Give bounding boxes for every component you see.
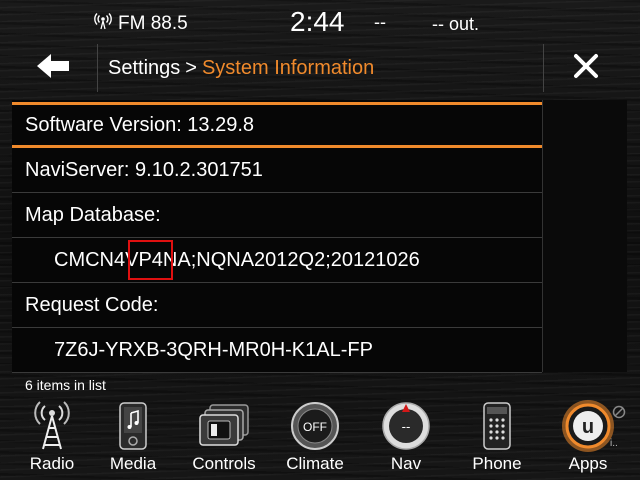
close-icon (573, 53, 599, 84)
dock-radio[interactable]: Radio (12, 398, 92, 480)
more-indicator-icon: i.. (610, 438, 618, 449)
dock-controls[interactable]: Controls (184, 398, 264, 480)
phone-keypad-icon (467, 398, 527, 454)
list-item-label: Software Version: 13.29.8 (25, 113, 255, 136)
outside-temperature: -- out. (432, 14, 480, 34)
status-bar: FM 88.5 2:44 -- -- out. (0, 0, 640, 44)
dock-label: Phone (472, 454, 522, 473)
radio-tower-icon (22, 398, 82, 454)
dock-climate[interactable]: OFF Climate (275, 398, 355, 480)
list-item-label: NaviServer: 9.10.2.301751 (25, 158, 263, 181)
list-item-request-code[interactable]: Request Code: (12, 283, 542, 328)
back-button[interactable] (12, 44, 96, 92)
breadcrumb-separator: > (185, 56, 197, 79)
list-item-map-database-value[interactable]: CMCN4VP4NA;NQNA2012Q2;20121026 (12, 238, 542, 283)
dock-media[interactable]: Media (93, 398, 173, 480)
breadcrumb: Settings > System Information (97, 44, 543, 92)
list-item-request-code-value[interactable]: 7Z6J-YRXB-3QRH-MR0H-K1AL-FP (12, 328, 542, 373)
no-symbol-icon (612, 405, 626, 424)
breadcrumb-parent[interactable]: Settings (108, 57, 180, 80)
system-info-list: Software Version: 13.29.8 NaviServer: 9.… (12, 100, 542, 373)
list-item-label: Map Database: (25, 203, 161, 226)
radio-frequency: FM 88.5 (118, 12, 188, 34)
list-item-label: Request Code: (25, 293, 159, 316)
dock-label: Radio (29, 454, 75, 473)
apps-badge: u (582, 416, 594, 438)
dock-label: Climate (286, 454, 344, 473)
list-item-map-database[interactable]: Map Database: (12, 193, 542, 238)
bottom-dock: Radio Media Controls OFF Climate -- Nav … (0, 398, 640, 480)
radio-status[interactable]: FM 88.5 (94, 12, 188, 35)
highlight-box (128, 240, 173, 280)
climate-badge: OFF (303, 420, 327, 434)
dock-label: Controls (192, 454, 256, 473)
dock-nav[interactable]: -- Nav (366, 398, 446, 480)
nav-badge: -- (402, 419, 411, 434)
dock-label: Nav (390, 454, 422, 473)
dock-label: Media (109, 454, 157, 473)
clock[interactable]: 2:44 (290, 6, 345, 38)
list-item-naviserver[interactable]: NaviServer: 9.10.2.301751 (12, 148, 542, 193)
dock-phone[interactable]: Phone (457, 398, 537, 480)
list-item-label: CMCN4VP4NA;NQNA2012Q2;20121026 (54, 248, 420, 271)
page-title: System Information (201, 56, 375, 79)
uconnect-apps-icon: u (558, 398, 618, 454)
close-button[interactable] (543, 44, 627, 92)
list-item-software-version[interactable]: Software Version: 13.29.8 (12, 102, 542, 148)
broadcast-icon (94, 12, 112, 35)
list-item-label: 7Z6J-YRXB-3QRH-MR0H-K1AL-FP (54, 338, 373, 361)
nav-compass-icon: -- (376, 398, 436, 454)
back-arrow-icon (37, 53, 71, 83)
items-count: 6 items in list (25, 377, 106, 393)
music-note-icon (103, 398, 163, 454)
status-dash: -- (374, 12, 386, 32)
controls-icon (194, 398, 254, 454)
scrollbar-track[interactable] (542, 100, 627, 372)
climate-off-icon: OFF (285, 398, 345, 454)
dock-label: Apps (568, 454, 608, 473)
